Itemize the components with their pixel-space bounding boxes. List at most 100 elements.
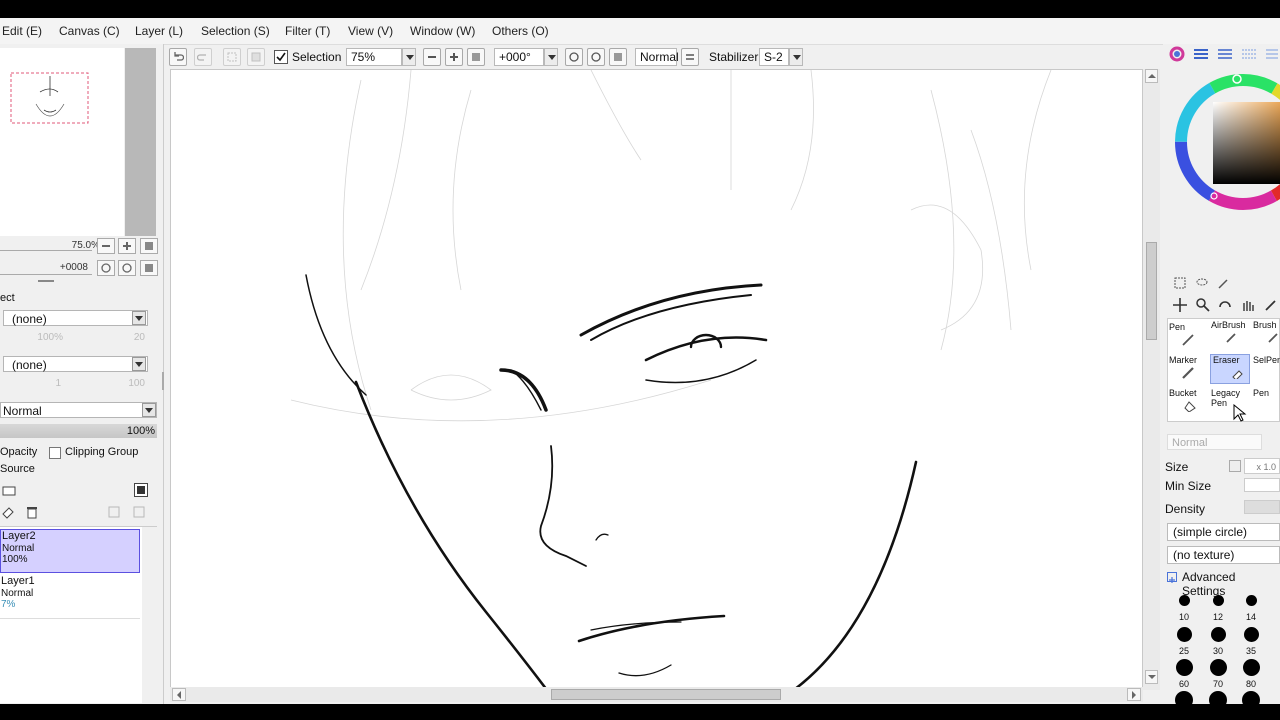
- horizontal-scroll-thumb[interactable]: [551, 689, 781, 700]
- layer-blend-mode-dropdown[interactable]: [142, 403, 156, 417]
- menu-others[interactable]: Others (O): [492, 24, 549, 38]
- size-link-button[interactable]: [1229, 460, 1241, 472]
- redo-button[interactable]: [194, 48, 212, 66]
- tool-brush[interactable]: Brush: [1253, 320, 1280, 350]
- navigator-scrollbar[interactable]: [125, 48, 156, 236]
- brush-size-dot[interactable]: [1178, 594, 1190, 606]
- tool-pen[interactable]: Pen: [1169, 322, 1209, 352]
- advanced-settings-label[interactable]: Advanced Settings: [1182, 570, 1280, 598]
- zoom-field[interactable]: 75%: [346, 48, 402, 66]
- tool-eraser[interactable]: Eraser: [1210, 354, 1250, 384]
- scroll-right-button[interactable]: [1127, 688, 1141, 701]
- rotate-tool[interactable]: [1217, 297, 1233, 316]
- splitter-handle[interactable]: [162, 372, 164, 390]
- lasso-tool[interactable]: [1195, 276, 1209, 293]
- brush-size-dot[interactable]: [1176, 626, 1192, 642]
- deselect-button[interactable]: [223, 48, 241, 66]
- magic-wand-tool[interactable]: [1217, 276, 1231, 293]
- layer-blend-mode-select[interactable]: Normal: [0, 402, 157, 418]
- vertical-scroll-thumb[interactable]: [1146, 242, 1157, 340]
- eyedropper-tool[interactable]: [1263, 297, 1279, 316]
- stabilizer-field[interactable]: S-2: [759, 48, 789, 66]
- hand-tool[interactable]: [1240, 297, 1256, 316]
- blend-mode-field[interactable]: Normal: [635, 48, 679, 66]
- nav-rotate-left-button[interactable]: [97, 260, 115, 276]
- transfer-down-button[interactable]: [107, 505, 121, 522]
- clipping-group-checkbox[interactable]: [49, 447, 61, 459]
- delete-layer-button[interactable]: [25, 505, 39, 522]
- move-tool[interactable]: [1172, 297, 1188, 316]
- rotation-field[interactable]: +000°: [494, 48, 544, 66]
- color-wheel-tab[interactable]: [1169, 46, 1185, 65]
- rotate-right-button[interactable]: [587, 48, 605, 66]
- size-multiplier[interactable]: x 1.0: [1244, 458, 1280, 474]
- brush-size-dot[interactable]: [1245, 594, 1257, 606]
- brush-size-dot[interactable]: [1209, 691, 1227, 704]
- scroll-up-button[interactable]: [1145, 69, 1158, 83]
- selection-rect-tool[interactable]: [1173, 276, 1187, 293]
- rotate-left-button[interactable]: [565, 48, 583, 66]
- effect-select-dropdown[interactable]: [132, 357, 146, 371]
- nav-zoom-in-button[interactable]: [118, 238, 136, 254]
- zoom-dropdown[interactable]: [402, 48, 416, 66]
- texture-select-dropdown[interactable]: [132, 311, 146, 325]
- swatches-tab[interactable]: [1241, 48, 1257, 63]
- tool-marker[interactable]: Marker: [1169, 355, 1209, 385]
- menu-filter[interactable]: Filter (T): [285, 24, 330, 38]
- zoom-reset-button[interactable]: [467, 48, 485, 66]
- brush-size-dot[interactable]: [1242, 691, 1260, 704]
- brush-size-dot[interactable]: [1210, 626, 1226, 642]
- canvas-horizontal-scrollbar[interactable]: [170, 687, 1143, 702]
- brush-size-dot[interactable]: [1243, 626, 1259, 642]
- zoom-tool[interactable]: [1195, 297, 1211, 316]
- drawing-canvas[interactable]: [170, 69, 1143, 690]
- canvas-vertical-scrollbar[interactable]: [1143, 69, 1160, 690]
- flip-button[interactable]: [681, 48, 699, 66]
- merge-down-button[interactable]: [132, 505, 146, 522]
- brush-size-dot[interactable]: [1175, 658, 1193, 676]
- color-wheel[interactable]: [1169, 66, 1280, 239]
- invert-selection-button[interactable]: [247, 48, 265, 66]
- zoom-slider[interactable]: [0, 250, 92, 251]
- zoom-out-button[interactable]: [423, 48, 441, 66]
- brush-size-dot[interactable]: [1209, 658, 1227, 676]
- layer-list-scrollbar[interactable]: [142, 527, 157, 703]
- min-size-slider[interactable]: [1244, 478, 1280, 492]
- nav-zoom-reset-button[interactable]: [140, 238, 158, 254]
- rotation-reset-button[interactable]: [609, 48, 627, 66]
- stabilizer-dropdown[interactable]: [789, 48, 803, 66]
- clear-layer-button[interactable]: [1, 505, 15, 522]
- layer-opacity-slider[interactable]: 100%: [0, 424, 157, 438]
- nav-rotate-right-button[interactable]: [118, 260, 136, 276]
- new-layer-folder-button[interactable]: [134, 483, 148, 497]
- brush-texture-select[interactable]: (no texture): [1167, 546, 1280, 564]
- scroll-down-button[interactable]: [1145, 670, 1158, 684]
- texture-select[interactable]: (none): [3, 310, 148, 326]
- effect-select[interactable]: (none): [3, 356, 148, 372]
- brush-size-dot[interactable]: [1175, 691, 1193, 704]
- scratchpad-tab[interactable]: [1265, 48, 1279, 63]
- navigator-zoom-value[interactable]: 75.0%: [0, 240, 100, 254]
- advanced-settings-expand-icon[interactable]: [1167, 572, 1177, 583]
- brush-blend-mode[interactable]: Normal: [1167, 434, 1262, 450]
- layer-row-layer2[interactable]: Layer2 Normal 100%: [0, 529, 140, 573]
- tool-airbrush[interactable]: AirBrush: [1211, 320, 1251, 350]
- brush-shape-select[interactable]: (simple circle): [1167, 523, 1280, 541]
- brush-size-dot[interactable]: [1242, 658, 1260, 676]
- menu-layer[interactable]: Layer (L): [135, 24, 183, 38]
- menu-view[interactable]: View (V): [348, 24, 393, 38]
- brush-size-dot[interactable]: [1212, 594, 1224, 606]
- new-layer-button[interactable]: [2, 484, 16, 499]
- scroll-left-button[interactable]: [172, 688, 186, 701]
- menu-window[interactable]: Window (W): [410, 24, 475, 38]
- nav-zoom-out-button[interactable]: [97, 238, 115, 254]
- rotation-dropdown[interactable]: [544, 48, 558, 66]
- tool-pen-2[interactable]: Pen: [1253, 388, 1280, 418]
- selection-checkbox[interactable]: [274, 50, 288, 64]
- menu-selection[interactable]: Selection (S): [201, 24, 270, 38]
- tool-bucket[interactable]: Bucket: [1169, 388, 1209, 418]
- menu-edit[interactable]: Edit (E): [2, 24, 42, 38]
- tool-selpen[interactable]: SelPen: [1253, 355, 1280, 385]
- hsv-slider-tab[interactable]: [1217, 48, 1233, 63]
- menu-canvas[interactable]: Canvas (C): [59, 24, 120, 38]
